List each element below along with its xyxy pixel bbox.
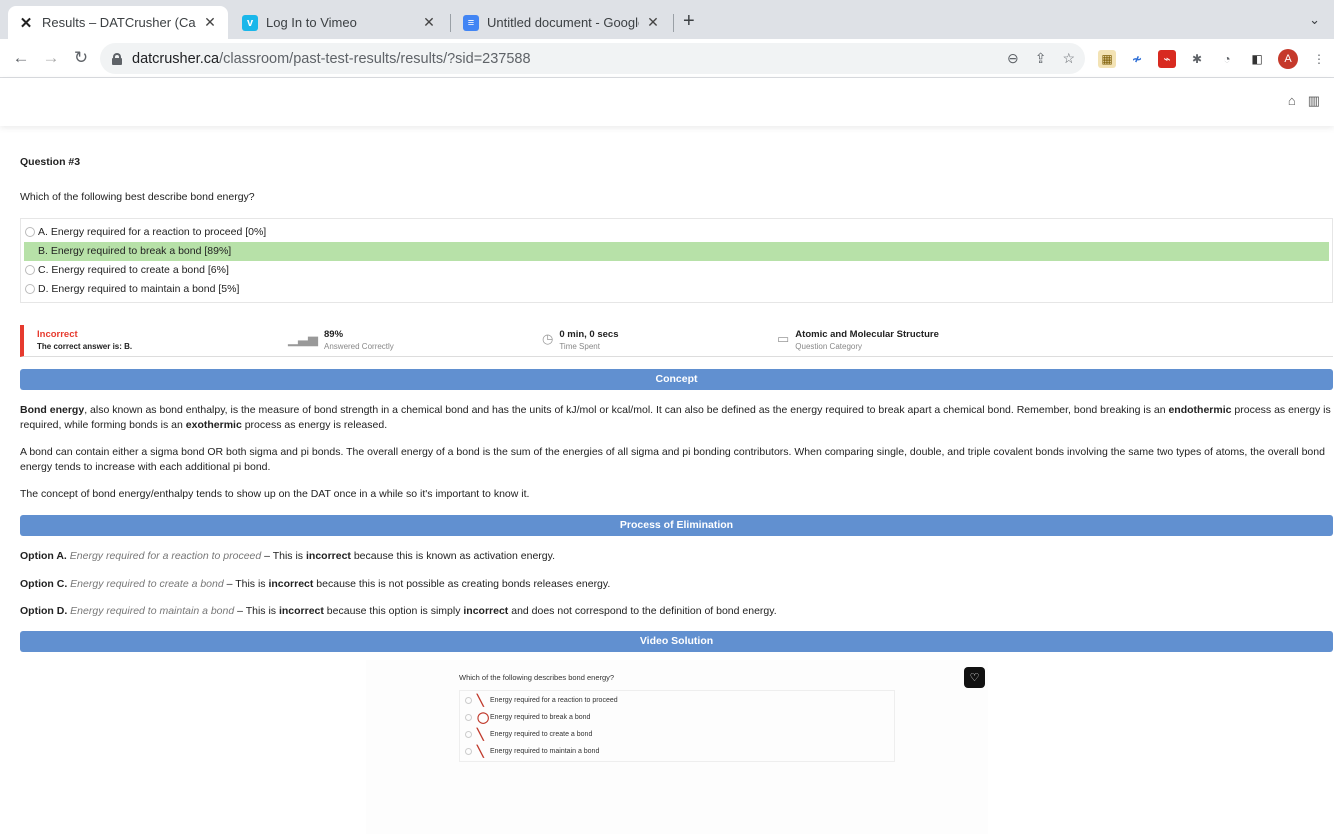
tab-google-docs[interactable]: ≡ Untitled document - Google Do ✕ — [453, 6, 671, 39]
zoom-icon[interactable]: ⊖ — [1007, 50, 1019, 67]
concept-header: Concept — [20, 369, 1333, 391]
video-option: ╲ Energy required to maintain a bond — [460, 745, 599, 758]
home-icon[interactable]: ⌂ — [1288, 93, 1296, 109]
clock-icon: ◷ — [542, 331, 554, 347]
video-solution-header: Video Solution — [20, 631, 1333, 653]
radio-button — [25, 227, 35, 238]
option-a: A. Energy required for a reaction to pro… — [24, 223, 1329, 242]
url-text: datcrusher.ca/classroom/past-test-result… — [132, 50, 531, 67]
video-option: ╲ Energy required for a reaction to proce… — [460, 694, 618, 707]
lock-icon — [112, 53, 122, 65]
answer-options: A. Energy required for a reaction to pro… — [20, 218, 1333, 304]
concept-paragraph-1: Bond energy, also known as bond enthalpy… — [20, 404, 1331, 432]
elimination-option-a: Option A. Energy required for a reaction… — [20, 550, 556, 563]
tab-vimeo[interactable]: v Log In to Vimeo ✕ — [232, 6, 447, 39]
tab-datcrusher[interactable]: ✕ Results – DATCrusher (Canadia ✕ — [8, 6, 228, 39]
back-arrow-icon[interactable]: ← — [6, 48, 36, 68]
profile-avatar[interactable]: A — [1278, 48, 1298, 69]
tab-title: Results – DATCrusher (Canadia — [42, 15, 196, 30]
google-docs-favicon-icon: ≡ — [463, 14, 479, 31]
radio-button — [465, 748, 472, 755]
performance-icon[interactable]: ◔ — [1218, 50, 1236, 68]
radio-button — [465, 697, 472, 704]
browser-tab-bar: ✕ Results – DATCrusher (Canadia ✕ v Log … — [0, 0, 1334, 39]
cross-out-mark-icon: ╲ — [477, 695, 484, 707]
forward-arrow-icon[interactable]: → — [36, 48, 66, 68]
more-menu-icon[interactable]: ⋮ — [1310, 50, 1328, 68]
datcrusher-favicon-icon: ✕ — [19, 14, 33, 32]
concept-paragraph-2: A bond can contain either a sigma bond O… — [20, 446, 1325, 474]
option-d: D. Energy required to maintain a bond [5… — [24, 279, 1329, 298]
tab-title: Untitled document - Google Do — [487, 15, 639, 30]
close-tab-icon[interactable]: ✕ — [202, 14, 218, 31]
side-panel-icon[interactable]: ◧ — [1248, 50, 1266, 68]
elimination-option-d: Option D. Energy required to maintain a … — [20, 605, 777, 618]
radio-button — [25, 264, 35, 275]
close-tab-icon[interactable]: ✕ — [645, 14, 661, 31]
radio-button — [465, 731, 472, 738]
tab-title: Log In to Vimeo — [266, 15, 357, 30]
address-bar[interactable]: datcrusher.ca/classroom/past-test-result… — [100, 43, 1085, 74]
new-tab-icon[interactable]: + — [683, 10, 695, 33]
radio-button — [25, 283, 35, 294]
calendar-icon: ▭ — [777, 331, 790, 347]
results-content: Question #3 Which of the following best … — [0, 156, 1334, 653]
browser-toolbar: ← → ↻ datcrusher.ca/classroom/past-test-… — [0, 39, 1334, 78]
time-spent: ◷ 0 min, 0 secs Time Spent — [542, 329, 619, 352]
video-player[interactable]: Which of the following describes bond en… — [366, 660, 988, 834]
reload-icon[interactable]: ↻ — [66, 48, 96, 68]
puzzle-extension-icon[interactable]: ✱ — [1188, 50, 1206, 68]
result-status: Incorrect The correct answer is: B. — [37, 329, 133, 352]
video-question-text: Which of the following describes bond en… — [459, 673, 615, 682]
question-category: ▭ Atomic and Molecular Structure Questio… — [777, 329, 939, 352]
radio-button — [465, 714, 472, 721]
video-option: ◯ Energy required to break a bond — [460, 711, 590, 724]
tab-divider — [450, 14, 451, 32]
cross-out-mark-icon: ╲ — [477, 746, 484, 758]
question-text: Which of the following best describe bon… — [20, 191, 255, 203]
heart-icon[interactable]: ♡ — [964, 667, 985, 688]
concept-paragraph-3: The concept of bond energy/enthalpy tend… — [20, 488, 530, 501]
circle-mark-icon: ◯ — [477, 712, 490, 724]
option-c: C. Energy required to create a bond [6%] — [24, 261, 1329, 280]
site-header: ⌂ ▥ — [0, 78, 1334, 126]
percent-correct: ▁▃▅ 89% Answered Correctly — [288, 329, 394, 352]
vimeo-favicon-icon: v — [242, 14, 258, 31]
option-b-correct: B. Energy required to break a bond [89%] — [24, 241, 1329, 261]
share-icon[interactable]: ⇪ — [1035, 50, 1047, 67]
bookmark-star-icon[interactable]: ☆ — [1062, 50, 1075, 67]
close-tab-icon[interactable]: ✕ — [421, 14, 437, 31]
tab-divider — [673, 14, 674, 32]
wave-extension-icon[interactable]: ≁ — [1128, 50, 1146, 68]
bar-chart-icon: ▁▃▅ — [288, 331, 318, 347]
pdf-extension-icon[interactable]: ⌁ — [1158, 49, 1176, 68]
result-stats: Incorrect The correct answer is: B. ▁▃▅ … — [20, 325, 1333, 358]
question-number: Question #3 — [20, 156, 81, 168]
calculator-extension-icon[interactable]: ▦ — [1098, 49, 1116, 68]
elimination-option-c: Option C. Energy required to create a bo… — [20, 578, 611, 591]
cross-out-mark-icon: ╲ — [477, 729, 484, 741]
library-icon[interactable]: ▥ — [1308, 93, 1320, 109]
elimination-header: Process of Elimination — [20, 515, 1333, 537]
chevron-down-icon[interactable]: ⌄ — [1309, 12, 1320, 28]
video-option: ╲ Energy required to create a bond — [460, 728, 592, 741]
video-options-box: ╲ Energy required for a reaction to proce… — [459, 690, 895, 762]
